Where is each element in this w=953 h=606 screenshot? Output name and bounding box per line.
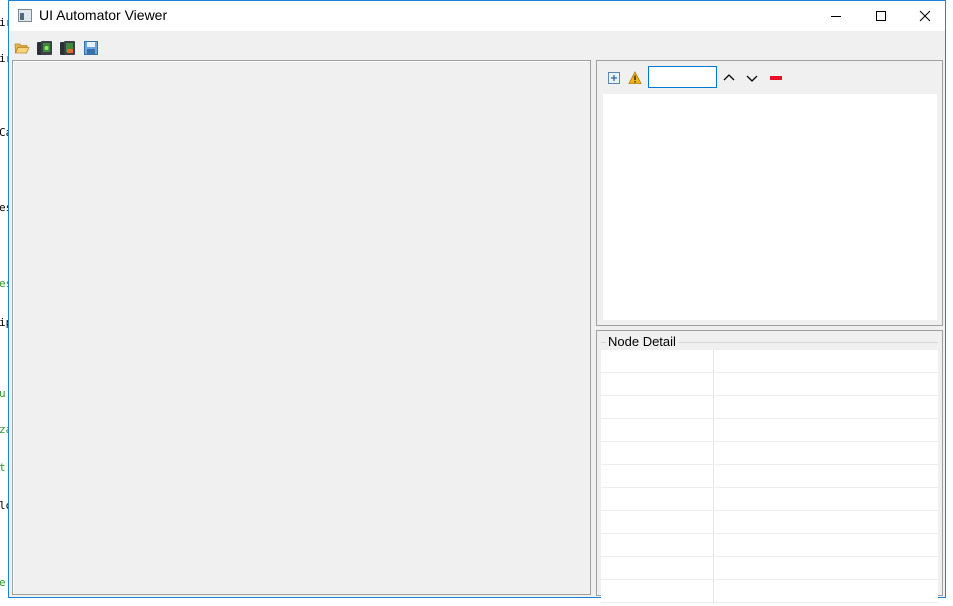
table-row[interactable] xyxy=(601,464,938,488)
property-key xyxy=(601,441,714,465)
property-key xyxy=(601,395,714,419)
property-key xyxy=(601,487,714,511)
property-value xyxy=(713,510,938,534)
toggle-nafs-button[interactable] xyxy=(628,71,642,85)
background-editor-strip: ir ir Ca es es ip u za t lo e xyxy=(0,0,8,606)
table-row[interactable] xyxy=(601,395,938,419)
background-text: es xyxy=(0,201,8,214)
open-button[interactable] xyxy=(14,40,30,56)
main-toolbar xyxy=(9,35,945,59)
background-text: Ca xyxy=(0,126,8,139)
search-previous-button[interactable] xyxy=(722,71,736,85)
save-button[interactable] xyxy=(83,40,99,56)
background-text: za xyxy=(0,423,8,436)
property-value xyxy=(713,533,938,557)
warning-icon xyxy=(628,71,642,84)
table-row[interactable] xyxy=(601,556,938,580)
background-text: ir xyxy=(0,16,8,29)
node-detail-table[interactable] xyxy=(601,350,938,603)
table-row[interactable] xyxy=(601,372,938,396)
expand-all-icon xyxy=(608,72,620,84)
property-value xyxy=(713,350,938,373)
property-value xyxy=(713,464,938,488)
title-bar[interactable]: UI Automator Viewer xyxy=(9,1,945,31)
hierarchy-tree[interactable] xyxy=(603,94,937,320)
background-text: es xyxy=(0,277,8,290)
background-text: ir xyxy=(0,52,8,65)
device-screenshot-compressed-button[interactable] xyxy=(59,40,75,56)
minimize-icon xyxy=(830,16,841,17)
property-key xyxy=(601,464,714,488)
property-key xyxy=(601,533,714,557)
table-row[interactable] xyxy=(601,441,938,465)
background-text: t xyxy=(0,461,6,474)
chevron-up-icon xyxy=(723,74,735,81)
property-value xyxy=(713,487,938,511)
table-row[interactable] xyxy=(601,350,938,373)
table-row[interactable] xyxy=(601,579,938,603)
table-row[interactable] xyxy=(601,510,938,534)
search-next-button[interactable] xyxy=(745,71,759,85)
property-key xyxy=(601,510,714,534)
property-value xyxy=(713,418,938,442)
property-value xyxy=(713,372,938,396)
device-screenshot-compressed-icon xyxy=(60,41,75,55)
table-row[interactable] xyxy=(601,533,938,557)
minimize-button[interactable] xyxy=(813,1,858,31)
property-key xyxy=(601,556,714,580)
property-value xyxy=(713,579,938,603)
property-key xyxy=(601,418,714,442)
folder-open-icon xyxy=(14,43,30,54)
search-input[interactable] xyxy=(648,66,717,88)
expand-all-button[interactable] xyxy=(607,71,621,85)
window-title: UI Automator Viewer xyxy=(39,7,168,23)
property-value xyxy=(713,556,938,580)
chevron-down-icon xyxy=(746,75,758,82)
background-text: lo xyxy=(0,499,8,512)
background-text: u xyxy=(0,387,6,400)
property-key xyxy=(601,579,714,603)
table-row[interactable] xyxy=(601,418,938,442)
hierarchy-panel xyxy=(596,60,943,326)
property-value xyxy=(713,395,938,419)
background-text: e xyxy=(0,576,6,589)
maximize-icon xyxy=(875,11,886,21)
property-value xyxy=(713,441,938,465)
clear-icon xyxy=(770,76,782,80)
device-screenshot-button[interactable] xyxy=(36,40,52,56)
screenshot-pane[interactable] xyxy=(12,60,591,595)
app-window: UI Automator Viewer Node Detail xyxy=(8,0,946,603)
background-text: ip xyxy=(0,316,8,329)
device-screenshot-icon xyxy=(37,41,52,55)
node-detail-title: Node Detail xyxy=(606,334,678,349)
hierarchy-toolbar xyxy=(597,61,942,93)
table-row[interactable] xyxy=(601,487,938,511)
node-detail-panel: Node Detail xyxy=(596,330,943,603)
close-icon xyxy=(919,10,930,22)
app-icon xyxy=(18,9,32,22)
close-button[interactable] xyxy=(902,1,947,31)
property-key xyxy=(601,372,714,396)
maximize-button[interactable] xyxy=(858,1,903,31)
clear-search-button[interactable] xyxy=(769,71,783,85)
property-key xyxy=(601,350,714,373)
save-icon xyxy=(84,41,98,55)
